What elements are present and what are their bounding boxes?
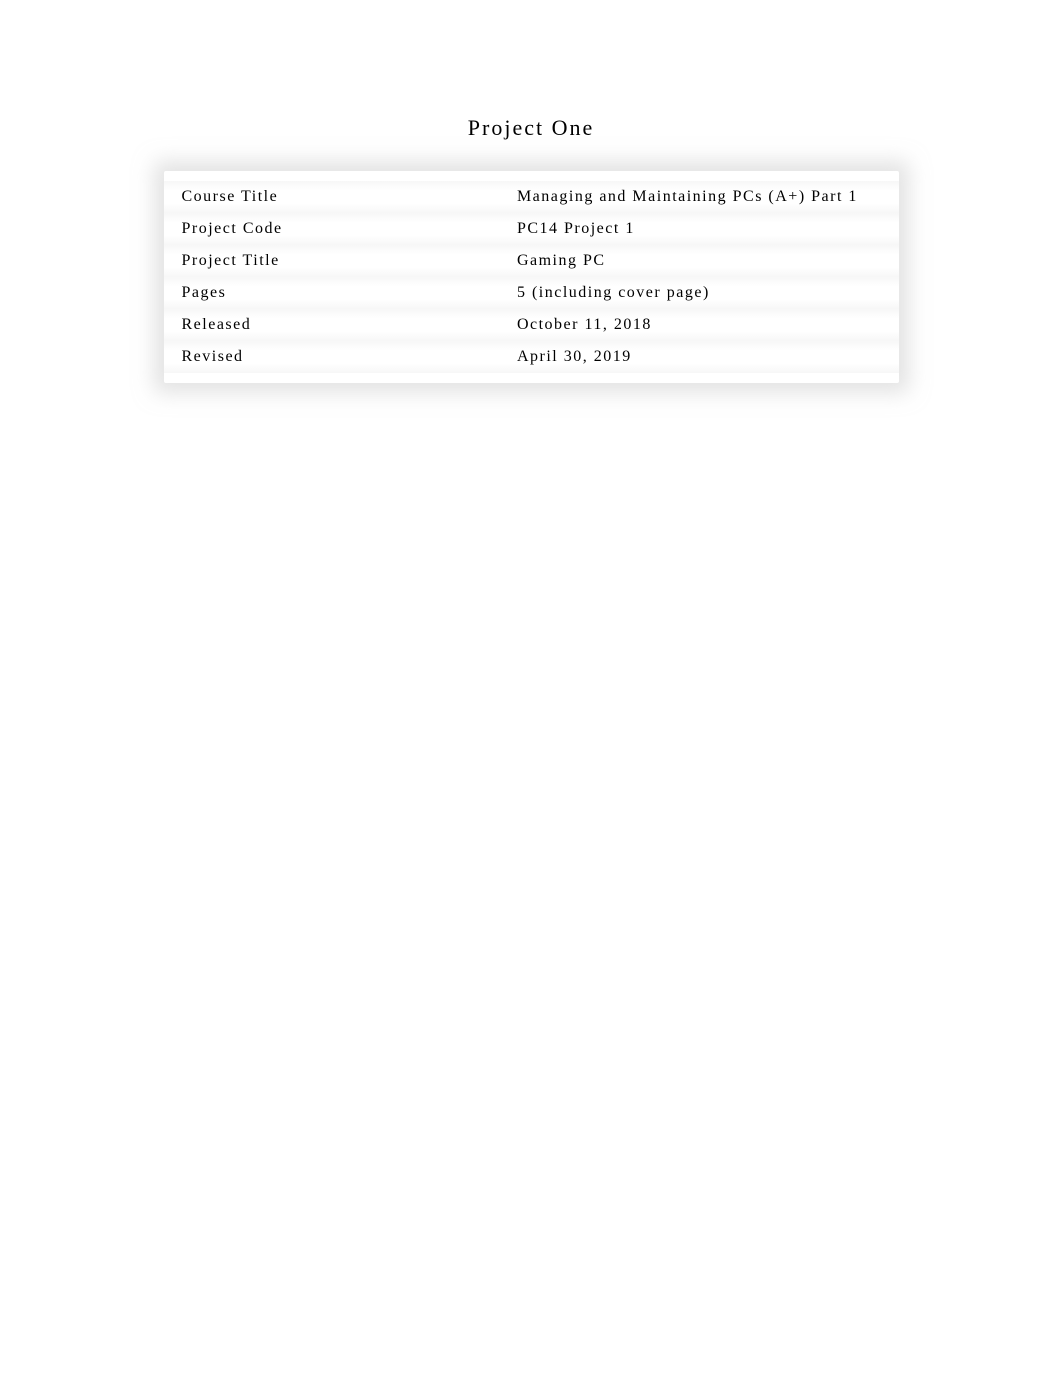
- table-row: Pages 5 (including cover page): [164, 277, 899, 309]
- info-table-wrapper: Course Title Managing and Maintaining PC…: [164, 171, 899, 383]
- table-row: Project Code PC14 Project 1: [164, 213, 899, 245]
- info-value: PC14 Project 1: [509, 213, 899, 245]
- info-value: Gaming PC: [509, 245, 899, 277]
- table-row: Revised April 30, 2019: [164, 341, 899, 373]
- table-row: Released October 11, 2018: [164, 309, 899, 341]
- info-label: Revised: [164, 341, 509, 373]
- info-value: 5 (including cover page): [509, 277, 899, 309]
- info-label: Project Title: [164, 245, 509, 277]
- table-row: Project Title Gaming PC: [164, 245, 899, 277]
- info-label: Released: [164, 309, 509, 341]
- info-table: Course Title Managing and Maintaining PC…: [164, 181, 899, 373]
- info-value: April 30, 2019: [509, 341, 899, 373]
- info-value: Managing and Maintaining PCs (A+) Part 1: [509, 181, 899, 213]
- info-label: Course Title: [164, 181, 509, 213]
- info-label: Project Code: [164, 213, 509, 245]
- page-title: Project One: [0, 0, 1062, 171]
- info-label: Pages: [164, 277, 509, 309]
- table-row: Course Title Managing and Maintaining PC…: [164, 181, 899, 213]
- info-value: October 11, 2018: [509, 309, 899, 341]
